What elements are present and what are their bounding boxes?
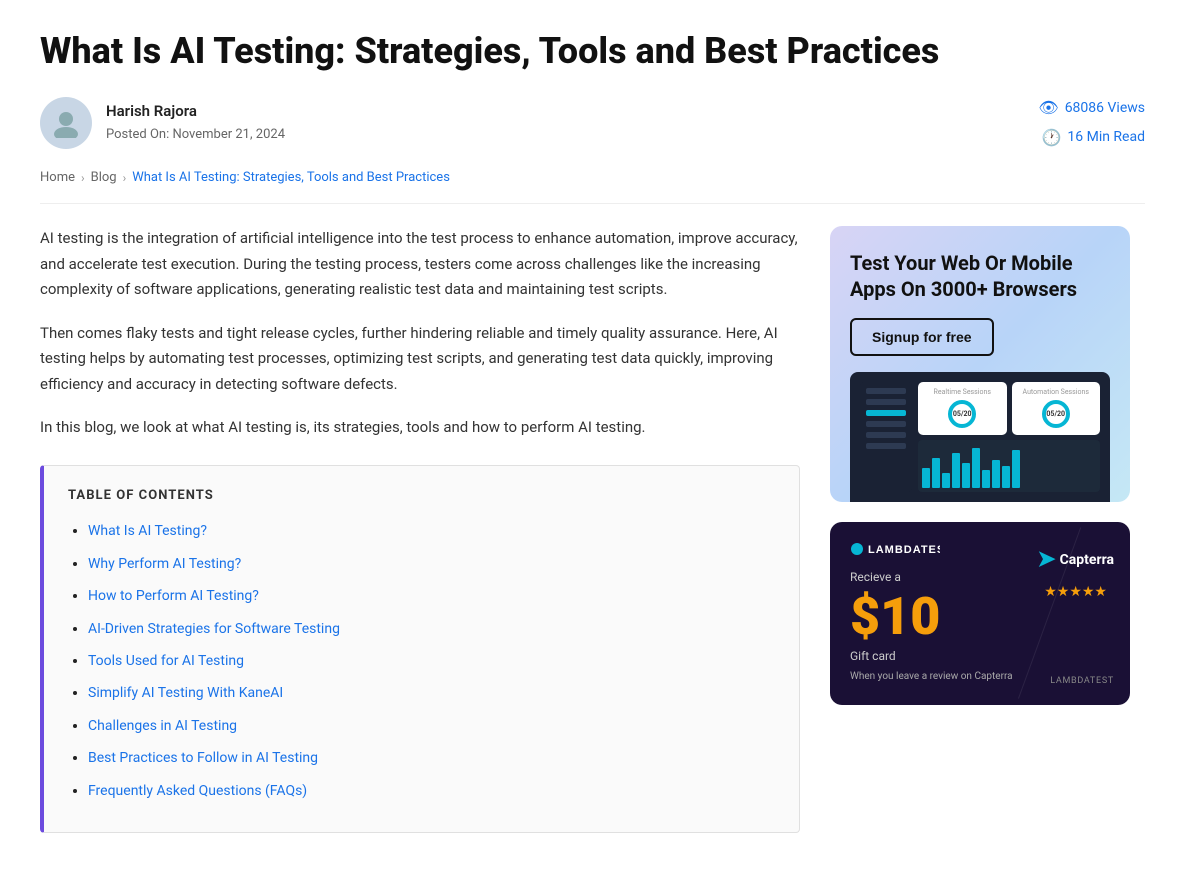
sidebar: Test Your Web Or Mobile Apps On 3000+ Br…	[830, 226, 1130, 724]
capterra-logo: ➤ Capterra	[1037, 542, 1114, 577]
toc-link-3[interactable]: How to Perform AI Testing?	[88, 588, 259, 604]
capterra-stars: ★★★★★	[1037, 581, 1114, 603]
list-item: What Is AI Testing?	[88, 520, 775, 542]
capterra-label: Capterra	[1060, 549, 1114, 571]
article-meta: 👁 68086 Views 🕐 16 Min Read	[1038, 95, 1145, 150]
list-item: AI-Driven Strategies for Software Testin…	[88, 618, 775, 640]
breadcrumb-blog[interactable]: Blog	[91, 168, 117, 189]
capterra-section: ➤ Capterra ★★★★★	[1037, 542, 1114, 604]
list-item: Simplify AI Testing With KaneAI	[88, 682, 775, 704]
read-time: 16 Min Read	[1067, 126, 1145, 148]
views-meta: 👁 68086 Views	[1038, 95, 1145, 121]
sidebar-card-browsers: Test Your Web Or Mobile Apps On 3000+ Br…	[830, 226, 1130, 502]
toc-link-9[interactable]: Frequently Asked Questions (FAQs)	[88, 783, 307, 799]
content-layout: AI testing is the integration of artific…	[40, 226, 1145, 833]
toc-title: TABLE OF CONTENTS	[68, 486, 775, 507]
toc-link-4[interactable]: AI-Driven Strategies for Software Testin…	[88, 621, 340, 637]
card1-title: Test Your Web Or Mobile Apps On 3000+ Br…	[850, 250, 1110, 302]
intro-paragraph-2: Then comes flaky tests and tight release…	[40, 321, 800, 398]
list-item: Why Perform AI Testing?	[88, 553, 775, 575]
author-info: Harish Rajora Posted On: November 21, 20…	[40, 97, 285, 149]
toc-list: What Is AI Testing? Why Perform AI Testi…	[68, 520, 775, 802]
list-item: Frequently Asked Questions (FAQs)	[88, 780, 775, 802]
toc-link-1[interactable]: What Is AI Testing?	[88, 523, 207, 539]
breadcrumb: Home › Blog › What Is AI Testing: Strate…	[40, 168, 1145, 204]
intro-paragraph-3: In this blog, we look at what AI testing…	[40, 415, 800, 441]
author-details: Harish Rajora Posted On: November 21, 20…	[106, 99, 285, 146]
card2-gift-label: Gift card	[850, 647, 1110, 666]
list-item: Tools Used for AI Testing	[88, 650, 775, 672]
sidebar-card-capterra: LAMBDATEST Recieve a $10 Gift card When …	[830, 522, 1130, 704]
toc-link-7[interactable]: Challenges in AI Testing	[88, 718, 237, 734]
breadcrumb-sep-1: ›	[81, 169, 85, 188]
signup-button[interactable]: Signup for free	[850, 318, 994, 356]
posted-on: Posted On: November 21, 2024	[106, 125, 285, 146]
author-name: Harish Rajora	[106, 99, 285, 123]
breadcrumb-home[interactable]: Home	[40, 168, 75, 189]
list-item: Challenges in AI Testing	[88, 715, 775, 737]
toc-link-5[interactable]: Tools Used for AI Testing	[88, 653, 244, 669]
author-row: Harish Rajora Posted On: November 21, 20…	[40, 95, 1145, 150]
dashboard-mockup: Realtime Sessions 05/20 Automation Sessi…	[850, 372, 1110, 502]
breadcrumb-current[interactable]: What Is AI Testing: Strategies, Tools an…	[132, 168, 450, 189]
table-of-contents: TABLE OF CONTENTS What Is AI Testing? Wh…	[40, 465, 800, 833]
card2-lambdatest-label: LAMBDATEST	[1050, 674, 1114, 688]
toc-link-6[interactable]: Simplify AI Testing With KaneAI	[88, 685, 283, 701]
main-content: AI testing is the integration of artific…	[40, 226, 800, 833]
article-title: What Is AI Testing: Strategies, Tools an…	[40, 30, 1145, 73]
toc-link-2[interactable]: Why Perform AI Testing?	[88, 556, 241, 572]
list-item: Best Practices to Follow in AI Testing	[88, 747, 775, 769]
svg-text:LAMBDATEST: LAMBDATEST	[868, 544, 940, 556]
views-count: 68086 Views	[1065, 97, 1145, 119]
list-item: How to Perform AI Testing?	[88, 585, 775, 607]
toc-link-8[interactable]: Best Practices to Follow in AI Testing	[88, 750, 318, 766]
read-time-meta: 🕐 16 Min Read	[1041, 125, 1145, 151]
breadcrumb-sep-2: ›	[123, 169, 127, 188]
intro-paragraph-1: AI testing is the integration of artific…	[40, 226, 800, 303]
avatar	[40, 97, 92, 149]
clock-icon: 🕐	[1041, 125, 1061, 151]
eye-icon: 👁	[1038, 95, 1058, 121]
